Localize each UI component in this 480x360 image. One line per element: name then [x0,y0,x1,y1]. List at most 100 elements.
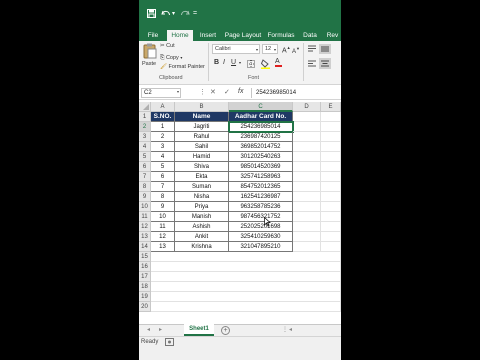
cell-name[interactable]: Priya [175,202,229,212]
cut-button[interactable]: ✂ Cut [160,43,175,50]
tab-review[interactable]: Rev [324,30,341,41]
cell-name[interactable]: Ashish [175,222,229,232]
cell-aadhar[interactable]: 236987420125 [229,132,293,142]
empty-cell[interactable] [293,132,321,142]
row-header[interactable]: 19 [139,292,151,302]
empty-cell[interactable] [321,242,341,252]
cell-aadhar[interactable]: 854752012365 [229,182,293,192]
row-header[interactable]: 6 [139,162,151,172]
row-header[interactable]: 7 [139,172,151,182]
format-painter-button[interactable]: 🖌 Format Painter [160,64,205,71]
empty-cell[interactable] [321,162,341,172]
empty-row[interactable] [151,302,341,312]
empty-cell[interactable] [293,222,321,232]
row-header[interactable]: 2 [139,122,151,132]
column-header-d[interactable]: D [293,102,321,112]
empty-cell[interactable] [321,122,341,132]
cell-aadhar[interactable]: 325410259630 [229,232,293,242]
tab-data[interactable]: Data [300,30,320,41]
empty-cell[interactable] [293,152,321,162]
name-box[interactable]: C2 [141,88,181,98]
cell-sno[interactable]: 7 [151,182,175,192]
add-sheet-icon[interactable]: + [221,326,230,335]
cell-name[interactable]: Ekta [175,172,229,182]
align-top-icon[interactable] [307,45,317,53]
empty-cell[interactable] [321,202,341,212]
cell-aadhar-selected[interactable]: 254236985014 [228,121,294,133]
empty-cell[interactable] [293,202,321,212]
underline-dropdown-icon[interactable]: ▾ [239,59,241,66]
empty-cell[interactable] [293,162,321,172]
font-name-select[interactable]: Calibri ▾ [212,44,260,54]
cell-name[interactable]: Krishna [175,242,229,252]
row-header[interactable]: 1 [139,112,151,122]
tab-file[interactable]: File [143,30,163,41]
save-icon[interactable] [147,9,156,19]
cell-sno[interactable]: 13 [151,242,175,252]
empty-cell[interactable] [321,192,341,202]
empty-cell[interactable] [293,142,321,152]
cell-aadhar[interactable]: 301202540263 [229,152,293,162]
empty-cell[interactable] [293,232,321,242]
table-header-sno[interactable]: S.NO. [151,112,175,122]
undo-dropdown-icon[interactable]: ▾ [172,9,175,19]
empty-cell[interactable] [321,142,341,152]
scroll-left-icon[interactable]: ◂ [289,326,292,333]
copy-button[interactable]: ⎘ Copy ▾ [160,54,182,62]
row-header[interactable]: 12 [139,222,151,232]
cell-sno[interactable]: 1 [151,122,175,132]
row-header[interactable]: 16 [139,262,151,272]
empty-cell[interactable] [293,172,321,182]
column-header-a[interactable]: A [151,102,175,112]
cell-aadhar[interactable]: 985014520369 [229,162,293,172]
row-header[interactable]: 20 [139,302,151,312]
redo-icon[interactable] [180,9,190,19]
insert-function-button[interactable]: fx [238,88,243,95]
empty-row[interactable] [151,272,341,282]
row-header[interactable]: 4 [139,142,151,152]
column-header-e[interactable]: E [321,102,341,112]
formula-input[interactable]: 254236985014 [251,88,339,98]
empty-cell[interactable] [321,172,341,182]
select-all-corner[interactable] [139,102,151,112]
empty-cell[interactable] [293,192,321,202]
name-box-chevron-icon[interactable]: ▾ [177,89,179,94]
row-header[interactable]: 8 [139,182,151,192]
shrink-font-button[interactable]: A▼ [292,45,300,56]
cancel-entry-icon[interactable]: ✕ [210,88,216,96]
align-left-icon[interactable] [307,60,317,68]
confirm-entry-icon[interactable]: ✓ [224,88,230,96]
row-header[interactable]: 17 [139,272,151,282]
customize-quick-access-icon[interactable]: = [193,9,197,19]
cell-name[interactable]: Shiva [175,162,229,172]
tab-page-layout[interactable]: Page Layout [224,30,262,41]
cell-name[interactable]: Manish [175,212,229,222]
cell-aadhar[interactable]: 252025201698 [229,222,293,232]
paste-button[interactable]: Paste [142,43,158,73]
cell-sno[interactable]: 6 [151,172,175,182]
cell-name[interactable]: Sahil [175,142,229,152]
cell-aadhar[interactable]: 162541236987 [229,192,293,202]
row-header[interactable]: 13 [139,232,151,242]
macro-record-icon[interactable] [165,338,174,346]
empty-cell[interactable] [321,222,341,232]
row-header[interactable]: 5 [139,152,151,162]
row-header[interactable]: 10 [139,202,151,212]
cell-name[interactable]: Hamid [175,152,229,162]
row-header[interactable]: 9 [139,192,151,202]
italic-button[interactable]: I [223,59,225,66]
row-header[interactable]: 14 [139,242,151,252]
row-header[interactable]: 3 [139,132,151,142]
empty-row[interactable] [151,282,341,292]
underline-button[interactable]: U [231,59,236,66]
cell-aadhar[interactable]: 987456321752 [229,212,293,222]
row-header[interactable]: 18 [139,282,151,292]
table-header-aadhar[interactable]: Aadhar Card No. [229,112,293,122]
cell-name[interactable]: Jagriti [175,122,229,132]
cell-aadhar[interactable]: 325741258963 [229,172,293,182]
empty-cell[interactable] [321,182,341,192]
cell-sno[interactable]: 8 [151,192,175,202]
empty-cell[interactable] [293,122,321,132]
cell-sno[interactable]: 3 [151,142,175,152]
sheet-next-icon[interactable]: ▸ [159,326,162,333]
